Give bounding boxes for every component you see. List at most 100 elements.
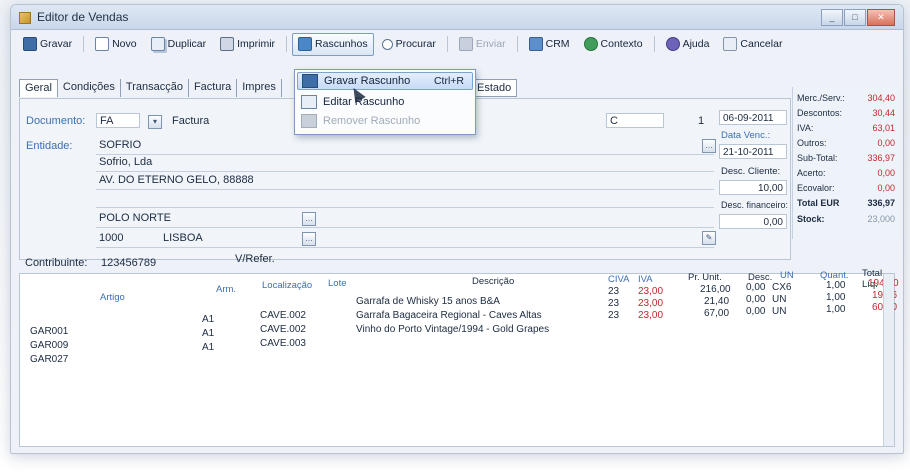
cell-un: UN [772,306,787,317]
summary-label: Descontos: [797,108,843,118]
field-underline [96,227,714,228]
tab-condicoes[interactable]: Condições [58,79,121,97]
col-iva[interactable]: IVA [638,274,653,285]
entidade-label: Entidade: [26,140,73,152]
close-button[interactable]: ✕ [867,9,895,26]
menu-item-remover-rascunho[interactable]: Remover Rascunho [297,112,473,130]
printer-icon [220,37,235,51]
cell-descricao: Garrafa de Whisky 15 anos B&A [356,296,500,307]
enviar-button[interactable]: Enviar [453,33,512,56]
locality-lookup-button[interactable]: … [302,212,316,226]
ajuda-button[interactable]: Ajuda [660,33,716,56]
grid-scrollbar[interactable] [883,274,894,446]
duplicar-button[interactable]: Duplicar [145,33,213,56]
cell-iva: 23,00 [638,310,664,321]
send-icon [458,37,473,51]
field-underline [96,207,714,208]
menu-item-gravar-rascunho[interactable]: Gravar Rascunho Ctrl+R [297,72,473,90]
cell-desc: 0,00 [746,282,766,293]
rascunhos-button[interactable]: Rascunhos [292,32,374,56]
entidade-name-input[interactable]: Sofrio, Lda [96,155,696,170]
novo-label: Novo [112,38,137,50]
locality-input[interactable]: POLO NORTE [96,211,296,226]
entidade-lookup-button[interactable]: … [702,139,716,153]
col-arm[interactable]: Arm. [216,284,236,295]
address-line1-input[interactable]: AV. DO ETERNO GELO, 88888 [96,173,696,188]
vrefer-label: V/Refer. [235,253,275,265]
cell-arm: A1 [202,328,215,339]
data-venc-input[interactable]: 21-10-2011 [719,144,787,159]
cell-pr-unit: 21,40 [704,296,730,307]
crm-button[interactable]: CRM [523,33,576,56]
summary-value: 0,00 [877,183,895,193]
data-input[interactable]: 06-09-2011 [719,110,787,125]
imprimir-button[interactable]: Imprimir [214,33,281,56]
entidade-code-input[interactable]: SOFRIO [96,138,696,153]
address-line2-input[interactable] [96,191,696,206]
save-icon [302,74,318,88]
attachment-button[interactable]: ✎ [702,231,716,245]
numero-value[interactable]: 1 [698,115,704,127]
crm-icon [528,37,543,51]
tab-impressao[interactable]: Impres [237,79,282,97]
gravar-button[interactable]: Gravar [17,33,78,56]
col-localizacao[interactable]: Localização [262,280,312,291]
cell-loc: CAVE.002 [260,310,306,321]
cell-pr-unit: 216,00 [700,284,731,295]
cell-artigo: GAR009 [30,340,69,351]
col-pr-unit[interactable]: Pr. Unit. [688,272,722,283]
tab-estado[interactable]: Estado [471,79,518,97]
toolbar-separator [653,36,655,52]
documento-description: Factura [172,115,210,127]
menu-item-editar-rascunho[interactable]: Editar Rascunho [297,93,473,111]
col-un[interactable]: UN [780,270,794,281]
contexto-button[interactable]: Contexto [578,33,649,56]
summary-row: Outros: 0,00 [797,138,895,151]
col-descricao[interactable]: Descrição [472,276,514,287]
documento-input[interactable]: FA [96,113,140,128]
cell-un: CX6 [772,282,792,293]
summary-label: Sub-Total: [797,153,838,163]
postal-lookup-button[interactable]: … [302,232,316,246]
procurar-button[interactable]: Procurar [376,33,442,56]
window-title: Editor de Vendas [37,10,129,24]
cancelar-button[interactable]: Cancelar [717,33,788,56]
novo-button[interactable]: Novo [89,33,143,56]
summary-label: Merc./Serv.: [797,93,845,103]
summary-value: 0,00 [877,138,895,148]
cell-un: UN [772,294,787,305]
postal-code-input[interactable]: 1000 [96,231,152,246]
summary-value: 336,97 [867,153,895,163]
serie-select[interactable]: C [606,113,664,128]
menu-item-label: Gravar Rascunho [324,75,411,87]
col-artigo[interactable]: Artigo [100,292,125,303]
data-venc-label: Data Venc.: [721,130,771,141]
city-input[interactable]: LISBOA [160,231,280,246]
field-underline [96,247,714,248]
contribuinte-value[interactable]: 123456789 [101,257,156,269]
documento-lookup-button[interactable]: ▾ [148,115,162,129]
desc-cliente-input[interactable]: 10,00 [719,180,787,195]
menu-item-label: Remover Rascunho [323,115,421,127]
col-civa[interactable]: CIVA [608,274,629,285]
tab-geral[interactable]: Geral [19,79,58,97]
tab-factura[interactable]: Factura [189,79,238,97]
minimize-button[interactable]: _ [821,9,843,26]
draft-icon [298,37,313,51]
toolbar-separator [446,36,448,52]
save-icon [23,37,37,51]
summary-total-value: 336,97 [867,198,895,208]
tab-transacao[interactable]: Transacção [121,79,189,97]
col-lote[interactable]: Lote [328,278,347,289]
cell-iva: 23,00 [638,298,664,309]
cell-artigo: GAR027 [30,354,69,365]
maximize-button[interactable]: □ [844,9,866,26]
edit-icon [301,95,317,109]
desc-financeiro-input[interactable]: 0,00 [719,214,787,229]
summary-row: Descontos: 30,44 [797,108,895,121]
cell-desc: 0,00 [746,306,766,317]
cell-quant: 1,00 [826,280,846,291]
cell-loc: CAVE.003 [260,338,306,349]
summary-row: Ecovalor: 0,00 [797,183,895,196]
procurar-label: Procurar [395,38,436,50]
